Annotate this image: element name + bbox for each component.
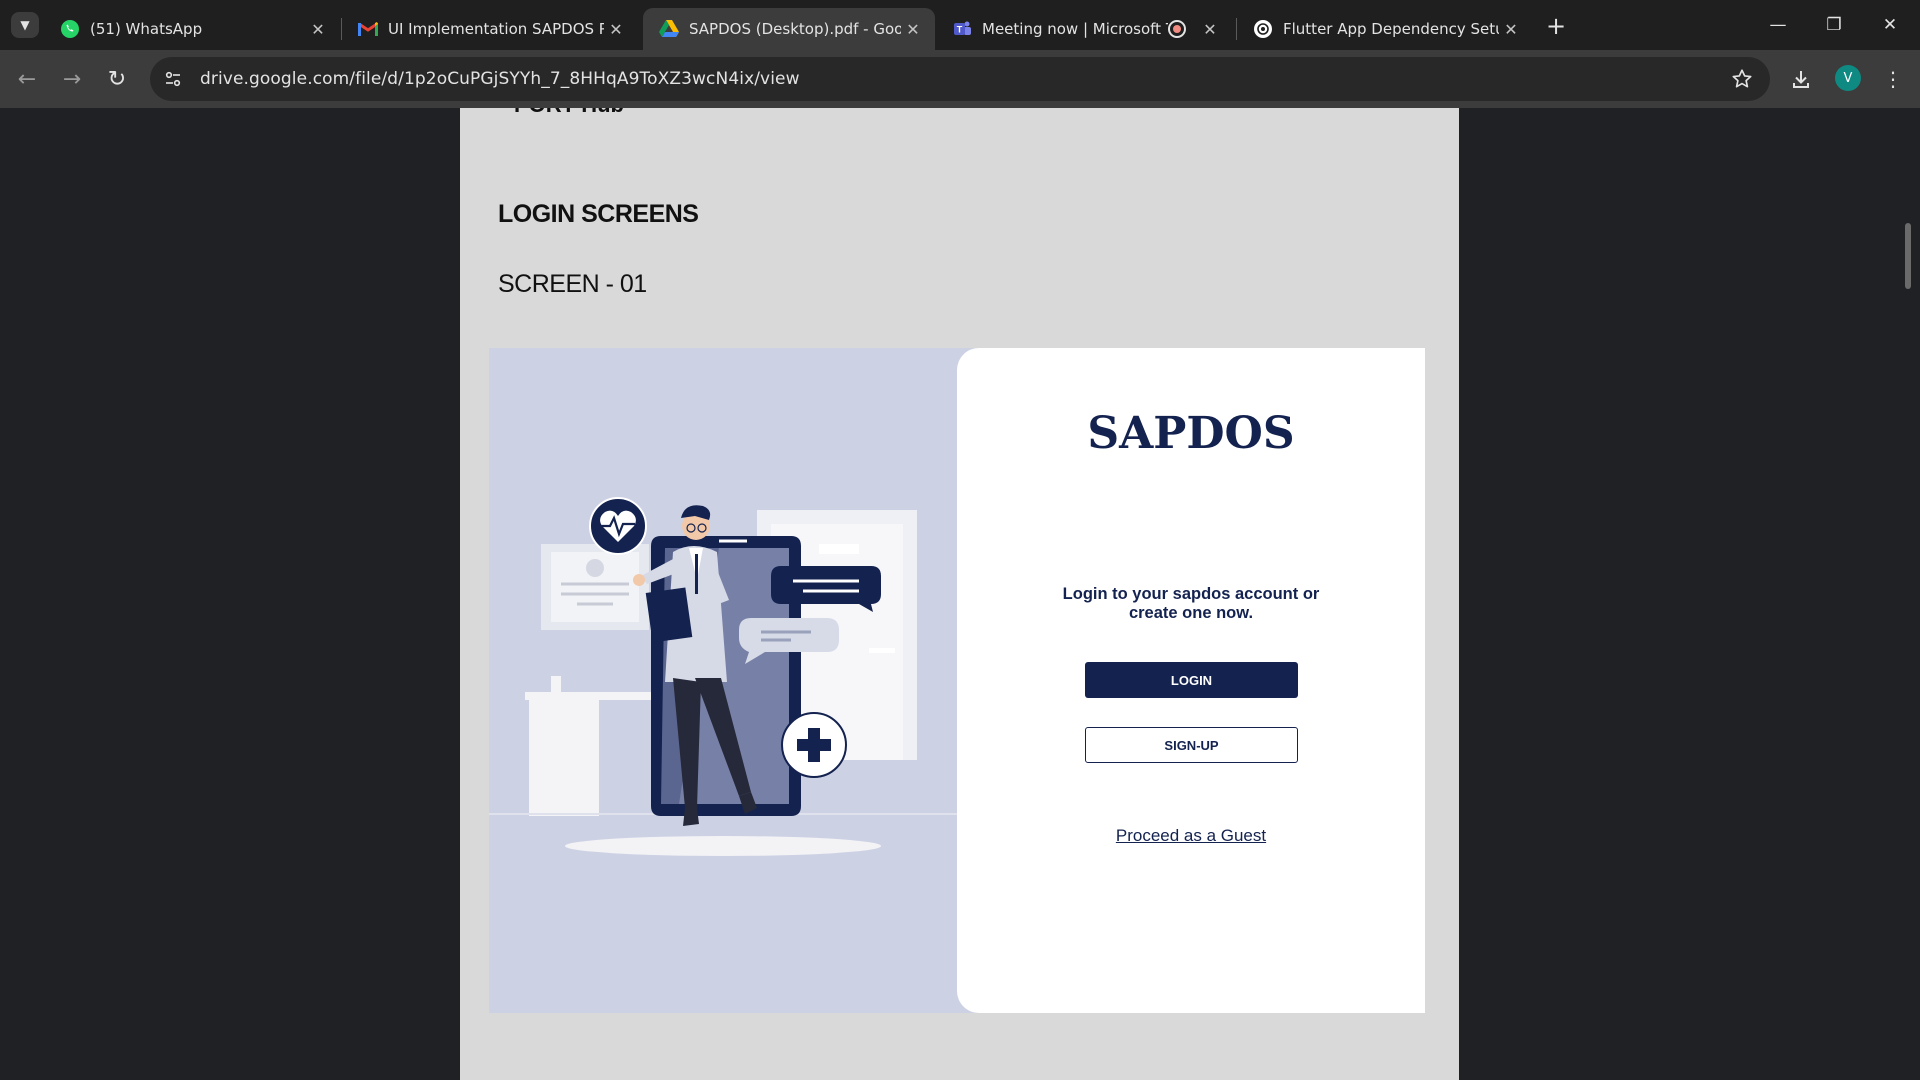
- tab-whatsapp[interactable]: (51) WhatsApp ✕: [44, 8, 340, 50]
- site-info-icon[interactable]: [158, 64, 188, 94]
- restore-icon: ❐: [1826, 15, 1842, 35]
- tab-flutter-setup[interactable]: Flutter App Dependency Setup ✕: [1237, 8, 1533, 50]
- plus-icon: +: [1545, 12, 1567, 40]
- whatsapp-icon: [60, 19, 80, 39]
- tab-title: (51) WhatsApp: [90, 20, 203, 38]
- brand-logo: SAPDOS: [1087, 408, 1295, 459]
- chevron-down-icon: ▼: [20, 18, 30, 32]
- login-tagline: Login to your sapdos account or create o…: [1062, 585, 1320, 622]
- signup-button[interactable]: SIGN-UP: [1085, 727, 1298, 763]
- partial-text: PORT Hub: [514, 108, 624, 118]
- tab-title: SAPDOS (Desktop).pdf - Google: [689, 20, 901, 38]
- tab-title: Flutter App Dependency Setup: [1283, 20, 1499, 38]
- close-icon[interactable]: ✕: [604, 17, 628, 41]
- reload-button[interactable]: ↻: [100, 62, 134, 96]
- scrollbar[interactable]: [1905, 223, 1911, 289]
- minimize-button[interactable]: —: [1750, 0, 1806, 50]
- tab-search-button[interactable]: ▼: [11, 12, 39, 38]
- reload-icon: ↻: [107, 66, 127, 92]
- minimize-icon: —: [1769, 15, 1787, 35]
- screen-label: SCREEN - 01: [498, 270, 647, 298]
- browser-toolbar: ← → ↻ drive.google.com/file/d/1p2oCuPGjS…: [0, 50, 1920, 108]
- profile-avatar[interactable]: V: [1835, 65, 1861, 91]
- arrow-right-icon: →: [62, 66, 82, 92]
- login-panel: SAPDOS Login to your sapdos account or c…: [957, 348, 1425, 1013]
- pdf-viewer[interactable]: PORT Hub LOGIN SCREENS SCREEN - 01: [0, 108, 1920, 1080]
- tab-teams-meeting[interactable]: T Meeting now | Microsoft Te ✕: [936, 8, 1232, 50]
- restore-button[interactable]: ❐: [1806, 0, 1862, 50]
- address-bar[interactable]: drive.google.com/file/d/1p2oCuPGjSYYh_7_…: [150, 57, 1770, 101]
- back-button[interactable]: ←: [10, 62, 44, 96]
- tab-title: UI Implementation SAPDOS Pro: [388, 20, 604, 38]
- more-vertical-icon: ⋮: [1883, 67, 1903, 91]
- recording-icon: [1168, 20, 1186, 38]
- chatgpt-icon: [1253, 19, 1273, 39]
- downloads-button[interactable]: [1784, 62, 1818, 96]
- google-drive-icon: [659, 19, 679, 39]
- download-icon: [1793, 71, 1809, 88]
- url-text: drive.google.com/file/d/1p2oCuPGjSYYh_7_…: [200, 69, 800, 89]
- bookmark-star-icon[interactable]: [1730, 67, 1754, 91]
- login-button[interactable]: LOGIN: [1085, 662, 1298, 698]
- tab-gmail[interactable]: UI Implementation SAPDOS Pro ✕: [342, 8, 638, 50]
- close-icon: ✕: [1882, 15, 1898, 35]
- svg-text:T: T: [957, 25, 963, 35]
- gmail-icon: [358, 19, 378, 39]
- tab-sapdos-pdf[interactable]: SAPDOS (Desktop).pdf - Google ✕: [643, 8, 935, 50]
- forward-button[interactable]: →: [55, 62, 89, 96]
- pdf-page: PORT Hub LOGIN SCREENS SCREEN - 01: [460, 108, 1459, 1080]
- close-icon[interactable]: ✕: [1499, 17, 1523, 41]
- arrow-left-icon: ←: [17, 66, 37, 92]
- proceed-as-guest-link[interactable]: Proceed as a Guest: [957, 826, 1425, 846]
- login-screen-mockup: SAPDOS Login to your sapdos account or c…: [489, 348, 1425, 1013]
- tab-strip: ▼ (51) WhatsApp ✕ UI Implementation SAPD…: [0, 0, 1920, 50]
- close-icon[interactable]: ✕: [306, 17, 330, 41]
- new-tab-button[interactable]: +: [1542, 12, 1570, 40]
- section-heading: LOGIN SCREENS: [498, 200, 699, 228]
- browser-menu-button[interactable]: ⋮: [1876, 62, 1910, 96]
- close-window-button[interactable]: ✕: [1862, 0, 1918, 50]
- close-icon[interactable]: ✕: [1198, 17, 1222, 41]
- close-icon[interactable]: ✕: [901, 17, 925, 41]
- doctor-illustration: [489, 488, 959, 868]
- tab-title: Meeting now | Microsoft Te: [982, 20, 1168, 38]
- teams-icon: T: [952, 19, 972, 39]
